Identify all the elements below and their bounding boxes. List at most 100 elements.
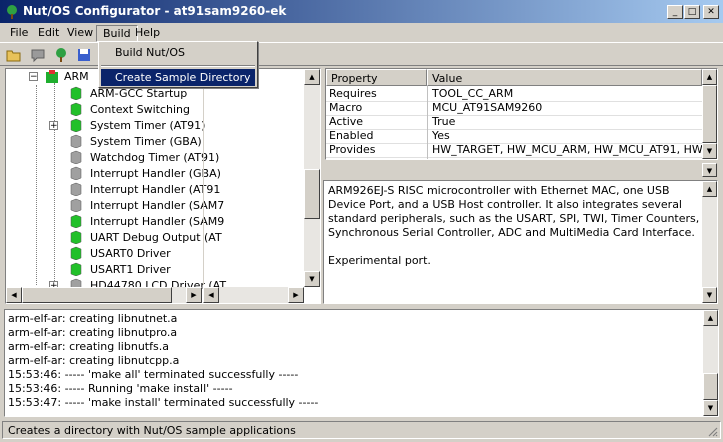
property-value: Yes [432,129,450,142]
tree-item[interactable]: UART Debug Output (AT [6,230,222,246]
description-vertical-scrollbar[interactable]: ▲ ▼ [702,181,717,303]
property-name: Requires [329,87,377,100]
tree-item[interactable]: ARM-GCC Startup [6,86,202,102]
tree-item[interactable]: USART1 Driver [6,262,202,278]
speech-bubble-icon[interactable] [30,47,46,63]
tree-item[interactable]: USART0 Driver [6,246,202,262]
scroll-thumb[interactable] [304,169,320,219]
save-disk-icon[interactable] [76,47,92,63]
property-column-separator [427,86,428,159]
splitter-arrow-icon[interactable]: ▼ [702,163,717,177]
open-folder-icon[interactable] [6,47,22,63]
tree-vertical-scrollbar[interactable]: ▲ ▼ [304,69,320,287]
scroll-left-icon[interactable]: ◀ [6,287,22,303]
scroll-up-icon[interactable]: ▲ [304,69,320,85]
tree-item[interactable]: Context Switching [6,102,202,118]
cpu-module-icon [46,70,58,83]
log-vertical-scrollbar[interactable]: ▲ ▼ [703,310,718,416]
tree-item[interactable]: System Timer (GBA) [6,134,202,150]
description-text: ARM926EJ-S RISC microcontroller with Eth… [328,184,700,268]
scroll-down-icon[interactable]: ▼ [304,271,320,287]
property-row[interactable]: Provides HW_TARGET, HW_MCU_ARM, HW_MCU_AT… [326,143,717,158]
scroll-thumb[interactable] [703,373,718,400]
property-name: Provides [329,143,376,156]
menu-separator [101,65,255,67]
property-row[interactable]: Requires TOOL_CC_ARM [326,87,702,102]
tree-column-horizontal-scrollbar[interactable]: ◀ ▶ [203,287,304,303]
scroll-right-icon[interactable]: ▶ [186,287,202,303]
tree-horizontal-scrollbar[interactable]: ◀ ▶ [6,287,202,303]
property-value: True [432,115,456,128]
log-line: 15:53:46: ----- 'make all' terminated su… [8,368,299,381]
description-note: Experimental port. [328,254,431,267]
module-disabled-icon [70,182,82,196]
expand-icon[interactable]: + [49,121,58,131]
window-title: Nut/OS Configurator - at91sam9260-ek [23,4,287,18]
log-line: arm-elf-ar: creating libnutpro.a [8,326,178,339]
tree-item-label: UART Debug Output (AT [90,231,222,244]
scroll-up-icon[interactable]: ▲ [703,310,718,326]
scroll-down-icon[interactable]: ▼ [703,400,718,416]
log-line: 15:53:46: ----- Running 'make install' -… [8,382,233,395]
component-tree[interactable]: − ARM ARM-GCC Startup Context Switching + S… [5,68,321,304]
maximize-button[interactable]: □ [684,5,700,19]
scroll-down-icon[interactable]: ▼ [702,143,717,159]
build-menu-dropdown: Build Nut/OS Create Sample Directory [98,41,258,88]
property-row[interactable]: Active True [326,115,702,130]
scroll-up-icon[interactable]: ▲ [702,181,717,197]
tree-item[interactable]: Interrupt Handler (SAM9 [6,214,224,230]
property-value: MCU_AT91SAM9260 [432,101,543,114]
property-name: Enabled [329,129,374,142]
log-line: arm-elf-ar: creating libnutcpp.a [8,354,180,367]
property-grid[interactable]: Property Value Requires TOOL_CC_ARM Macro M… [325,68,718,160]
property-name: Active [329,115,364,128]
scroll-up-icon[interactable]: ▲ [702,69,717,85]
property-column-header[interactable]: Property [326,69,427,86]
tree-item-label: Interrupt Handler (GBA) [90,167,221,180]
module-enabled-icon [70,230,82,244]
scroll-left-icon[interactable]: ◀ [203,287,219,303]
tree-item[interactable]: + System Timer (AT91) [6,118,206,134]
menu-item-create-sample-directory[interactable]: Create Sample Directory [101,69,255,86]
title-bar[interactable]: Nut/OS Configurator - at91sam9260-ek _ □… [0,0,723,23]
description-pane[interactable]: ARM926EJ-S RISC microcontroller with Eth… [323,180,718,304]
module-enabled-icon [70,262,82,276]
module-enabled-icon [70,246,82,260]
module-enabled-icon [70,102,82,116]
module-enabled-icon [70,214,82,228]
module-enabled-icon [70,118,82,132]
status-bar: Creates a directory with Nut/OS sample a… [2,421,721,439]
close-button[interactable]: ✕ [703,5,719,19]
menu-item-build-nutos[interactable]: Build Nut/OS [101,44,255,61]
app-tree-icon [7,5,17,19]
tree-item-label: Interrupt Handler (AT91 [90,183,221,196]
build-log[interactable]: arm-elf-ar: creating libnutnet.a arm-elf-… [4,309,719,417]
scroll-thumb[interactable] [702,85,717,143]
tree-icon[interactable] [53,47,69,63]
minimize-button[interactable]: _ [667,5,683,19]
value-column-header[interactable]: Value [427,69,702,86]
scroll-right-icon[interactable]: ▶ [288,287,304,303]
tree-item-label: Interrupt Handler (SAM7 [90,199,225,212]
property-vertical-scrollbar[interactable]: ▲ ▼ [702,69,717,159]
tree-item[interactable]: Interrupt Handler (GBA) [6,166,221,182]
log-line: arm-elf-ar: creating libnutnet.a [8,312,178,325]
menu-view[interactable]: View [61,25,99,40]
status-text: Creates a directory with Nut/OS sample a… [8,424,296,437]
scroll-thumb[interactable] [22,287,172,303]
module-enabled-icon [70,86,82,100]
property-name: Macro [329,101,363,114]
property-row[interactable]: Enabled Yes [326,129,702,144]
tree-item[interactable]: Interrupt Handler (SAM7 [6,198,224,214]
tree-item[interactable]: Watchdog Timer (AT91) [6,150,219,166]
collapse-icon[interactable]: − [29,72,38,82]
log-line: arm-elf-ar: creating libnutfs.a [8,340,169,353]
tree-item-label: Context Switching [90,103,190,116]
menu-help[interactable]: Help [129,25,166,40]
resize-grip-icon[interactable] [706,425,718,437]
tree-item[interactable]: Interrupt Handler (AT91 [6,182,220,198]
scroll-down-icon[interactable]: ▼ [702,287,717,303]
property-row[interactable]: Macro MCU_AT91SAM9260 [326,101,702,116]
menu-file[interactable]: File [4,25,34,40]
tree-item-label: System Timer (AT91) [90,119,206,132]
